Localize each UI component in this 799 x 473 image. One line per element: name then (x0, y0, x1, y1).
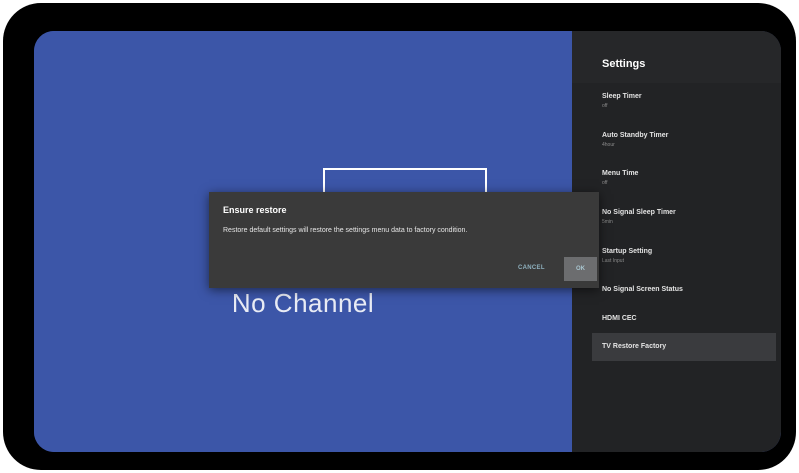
no-channel-text: No Channel (231, 288, 375, 318)
menu-item-label: No Signal Screen Status (602, 286, 683, 293)
menu-item-sleep-timer[interactable]: Sleep Timer off (592, 93, 776, 109)
menu-item-label: Menu Time (602, 170, 639, 177)
menu-item-label: No Signal Sleep Timer (602, 209, 676, 216)
tv-bezel: No Channel Settings Sleep Timer off Auto… (3, 3, 796, 470)
menu-item-value: Last Input (602, 258, 624, 264)
menu-item-auto-standby-timer[interactable]: Auto Standby Timer 4hour (592, 132, 776, 148)
menu-item-tv-restore-factory[interactable]: TV Restore Factory (592, 333, 776, 361)
menu-item-label: TV Restore Factory (602, 343, 667, 350)
menu-item-value: off (602, 103, 608, 109)
settings-title: Settings (572, 31, 781, 83)
ok-button[interactable]: OK (564, 257, 597, 281)
settings-panel: Settings Sleep Timer off Auto Standby Ti… (572, 31, 781, 452)
menu-item-label: HDMI CEC (602, 315, 637, 322)
menu-item-hdmi-cec[interactable]: HDMI CEC (592, 315, 776, 322)
menu-item-label: Startup Setting (602, 248, 653, 255)
menu-item-label: Sleep Timer (602, 93, 642, 100)
dialog-message: Restore default settings will restore th… (223, 227, 468, 234)
cancel-button[interactable]: CANCEL (518, 265, 545, 271)
menu-item-startup-setting[interactable]: Startup Setting Last Input (592, 248, 776, 264)
restore-confirm-dialog: Ensure restore Restore default settings … (209, 192, 599, 288)
dialog-title: Ensure restore (223, 205, 287, 215)
menu-item-label: Auto Standby Timer (602, 132, 669, 139)
tv-screen: No Channel Settings Sleep Timer off Auto… (34, 31, 781, 452)
menu-item-value: 4hour (602, 142, 615, 148)
menu-item-value: 5min (602, 219, 613, 225)
menu-item-menu-time[interactable]: Menu Time off (592, 170, 776, 186)
menu-item-value: off (602, 180, 608, 186)
menu-item-no-signal-sleep-timer[interactable]: No Signal Sleep Timer 5min (592, 209, 776, 225)
menu-item-no-signal-screen-status[interactable]: No Signal Screen Status (592, 286, 776, 293)
